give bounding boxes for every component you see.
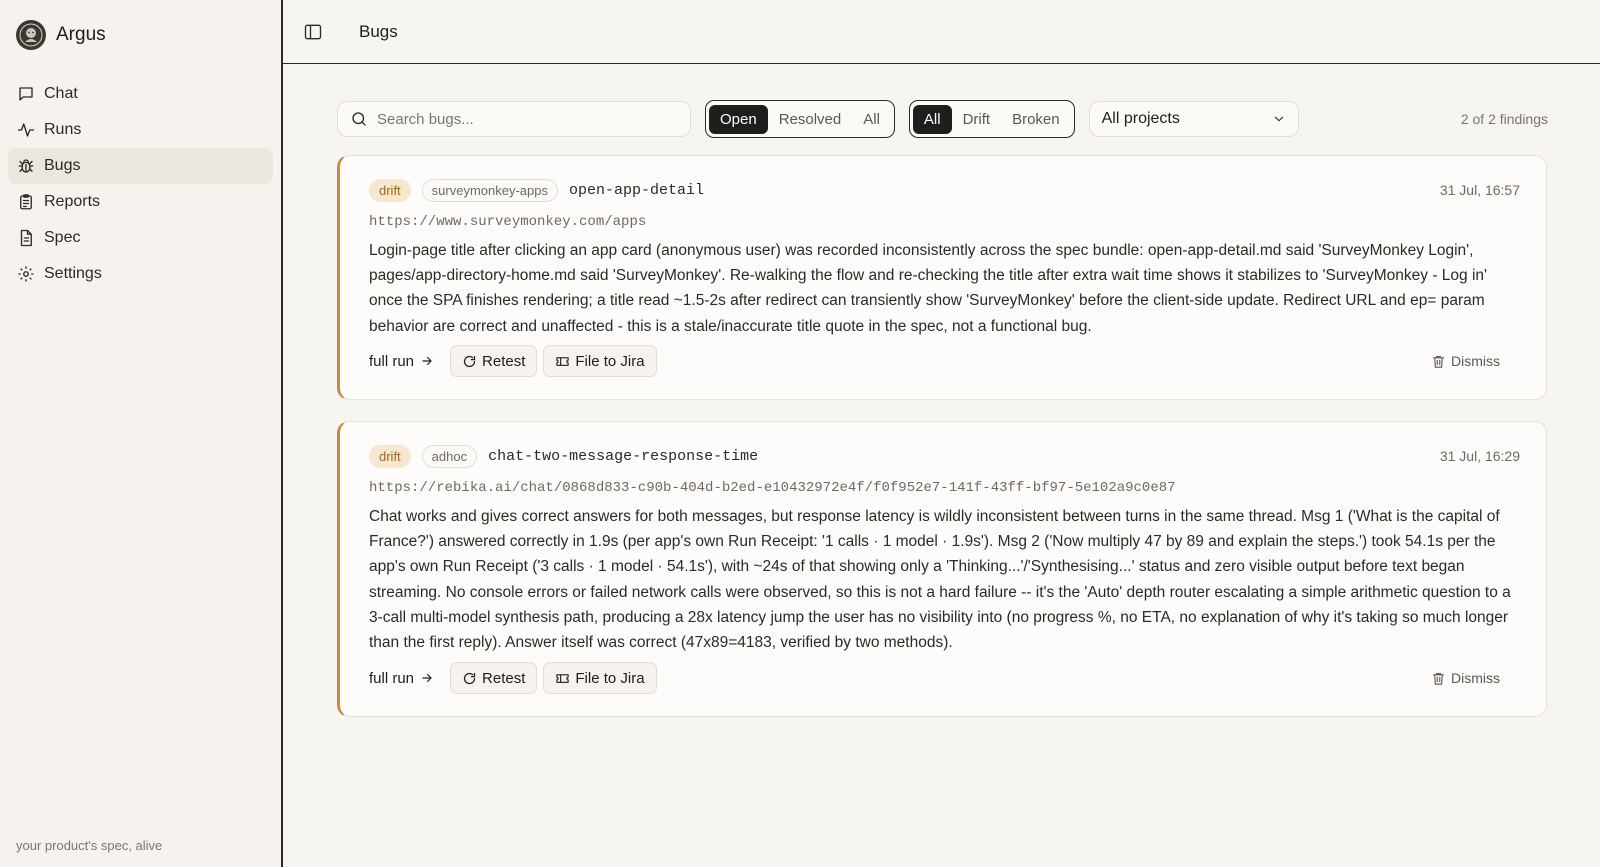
finding-actions: full run Retest File to Jira Dismiss <box>369 345 1500 377</box>
retest-label: Retest <box>482 669 526 687</box>
status-filter-open[interactable]: Open <box>709 104 768 134</box>
sidebar: Argus Chat Runs Bugs Reports Spec Settin… <box>0 0 283 867</box>
brand[interactable]: Argus <box>16 18 281 52</box>
sidebar-item-chat[interactable]: Chat <box>8 76 273 112</box>
flow-slug: open-app-detail <box>569 181 705 199</box>
file-to-jira-label: File to Jira <box>575 352 645 370</box>
sidebar-item-runs[interactable]: Runs <box>8 112 273 148</box>
trash-icon <box>1432 355 1445 368</box>
file-to-jira-button[interactable]: File to Jira <box>543 345 657 377</box>
sidebar-item-label: Spec <box>44 229 81 246</box>
document-icon <box>17 229 35 247</box>
refresh-icon <box>463 355 476 367</box>
sidebar-item-bugs[interactable]: Bugs <box>8 148 273 184</box>
topbar: Bugs <box>283 0 1600 64</box>
project-select-value: All projects <box>1101 110 1180 127</box>
finding-header: drift adhoc chat-two-message-response-ti… <box>369 444 1520 468</box>
sidebar-item-label: Runs <box>44 121 82 138</box>
retest-button[interactable]: Retest <box>450 345 538 377</box>
gear-icon <box>17 265 35 283</box>
sidebar-item-settings[interactable]: Settings <box>8 256 273 292</box>
finding-url[interactable]: https://www.surveymonkey.com/apps <box>369 214 646 230</box>
finding-header: drift surveymonkey-apps open-app-detail … <box>369 178 1520 202</box>
file-to-jira-label: File to Jira <box>575 669 645 687</box>
finding-description: Login-page title after clicking an app c… <box>369 242 1487 335</box>
argus-logo-icon <box>16 20 46 50</box>
sidebar-item-reports[interactable]: Reports <box>8 184 273 220</box>
clipboard-icon <box>17 193 35 211</box>
dismiss-label: Dismiss <box>1451 670 1500 686</box>
dismiss-label: Dismiss <box>1451 353 1500 369</box>
sidebar-item-label: Bugs <box>44 157 81 174</box>
finding-card: drift surveymonkey-apps open-app-detail … <box>337 155 1547 400</box>
project-badge: surveymonkey-apps <box>421 178 558 202</box>
retest-label: Retest <box>482 352 526 370</box>
search-input[interactable] <box>377 110 667 128</box>
full-run-label: full run <box>369 352 415 370</box>
status-filter: Open Resolved All <box>705 100 895 138</box>
flow-slug: chat-two-message-response-time <box>488 447 759 465</box>
finding-card: drift adhoc chat-two-message-response-ti… <box>337 421 1547 717</box>
sidebar-item-label: Settings <box>44 265 102 282</box>
arrow-right-icon <box>422 673 432 683</box>
sidebar-item-spec[interactable]: Spec <box>8 220 273 256</box>
full-run-link[interactable]: full run <box>369 353 434 370</box>
type-filter: All Drift Broken <box>908 100 1075 138</box>
ticket-icon <box>556 673 570 683</box>
finding-description: Chat works and gives correct answers for… <box>369 508 1511 652</box>
findings-count: 2 of 2 findings <box>1460 111 1548 127</box>
search-icon <box>352 112 366 126</box>
ticket-icon <box>556 356 570 366</box>
sidebar-nav: Chat Runs Bugs Reports Spec Settings <box>0 76 281 292</box>
search-box[interactable] <box>337 101 691 137</box>
finding-url[interactable]: https://rebika.ai/chat/0868d833-c90b-404… <box>369 480 1176 496</box>
kind-badge: drift <box>369 444 411 468</box>
dismiss-button[interactable]: Dismiss <box>1431 353 1500 369</box>
dismiss-button[interactable]: Dismiss <box>1431 670 1500 686</box>
type-filter-drift[interactable]: Drift <box>952 105 1002 134</box>
app-name: Argus <box>56 24 106 45</box>
finding-date: 31 Jul, 16:57 <box>1439 182 1520 198</box>
chat-bubble-icon <box>17 85 35 103</box>
full-run-label: full run <box>369 669 415 687</box>
refresh-icon <box>463 672 476 684</box>
page-title: Bugs <box>359 21 398 41</box>
activity-icon <box>17 121 35 139</box>
finding-date: 31 Jul, 16:29 <box>1439 448 1520 464</box>
sidebar-item-label: Chat <box>44 85 78 102</box>
tagline: your product's spec, alive <box>16 838 163 853</box>
chevron-down-icon <box>1274 116 1283 122</box>
sidebar-item-label: Reports <box>44 193 101 210</box>
trash-icon <box>1432 672 1445 685</box>
sidebar-toggle-icon[interactable] <box>303 22 323 42</box>
finding-actions: full run Retest File to Jira Dismiss <box>369 662 1500 694</box>
file-to-jira-button[interactable]: File to Jira <box>543 662 657 694</box>
bug-icon <box>17 157 35 175</box>
type-filter-all[interactable]: All <box>912 104 952 134</box>
project-badge: adhoc <box>421 444 478 468</box>
status-filter-all[interactable]: All <box>852 105 891 134</box>
filter-bar: Open Resolved All All Drift Broken All p… <box>337 100 1548 138</box>
status-filter-resolved[interactable]: Resolved <box>768 105 853 134</box>
arrow-right-icon <box>422 356 432 366</box>
kind-badge: drift <box>369 178 411 202</box>
full-run-link[interactable]: full run <box>369 670 434 687</box>
type-filter-broken[interactable]: Broken <box>1001 105 1071 134</box>
retest-button[interactable]: Retest <box>450 662 538 694</box>
project-select[interactable]: All projects <box>1088 101 1299 137</box>
